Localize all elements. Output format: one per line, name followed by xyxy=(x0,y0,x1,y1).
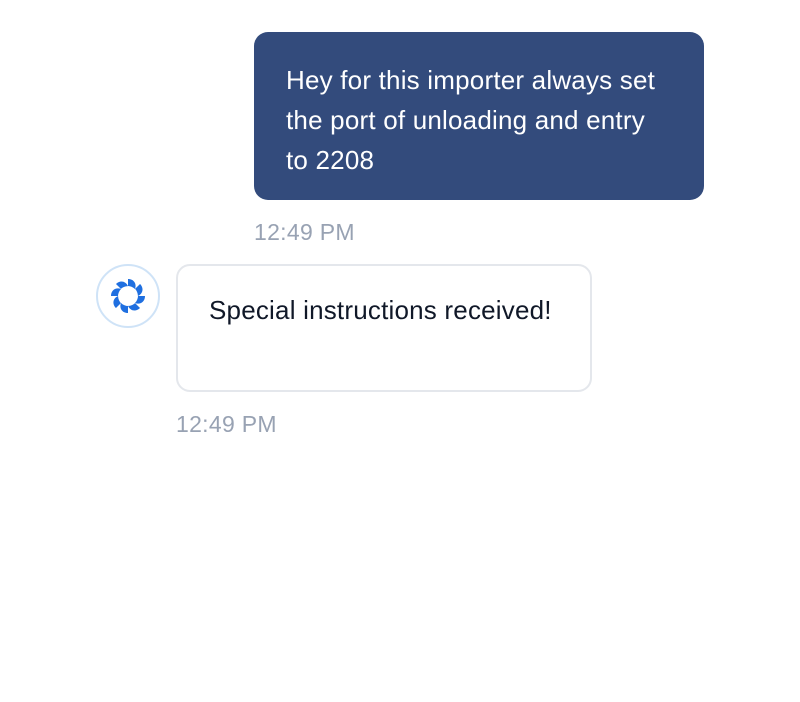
spiral-logo-icon xyxy=(111,279,145,313)
chat-thread: Hey for this importer always set the por… xyxy=(0,0,800,702)
bot-message-bubble: Special instructions received! xyxy=(176,264,592,392)
bot-message-timestamp: 12:49 PM xyxy=(176,411,277,437)
bot-message-text: Special instructions received! xyxy=(209,295,552,325)
user-message-timestamp: 12:49 PM xyxy=(254,219,355,245)
user-message-text: Hey for this importer always set the por… xyxy=(286,65,656,175)
user-message-bubble: Hey for this importer always set the por… xyxy=(254,32,704,200)
bot-avatar xyxy=(96,264,160,328)
